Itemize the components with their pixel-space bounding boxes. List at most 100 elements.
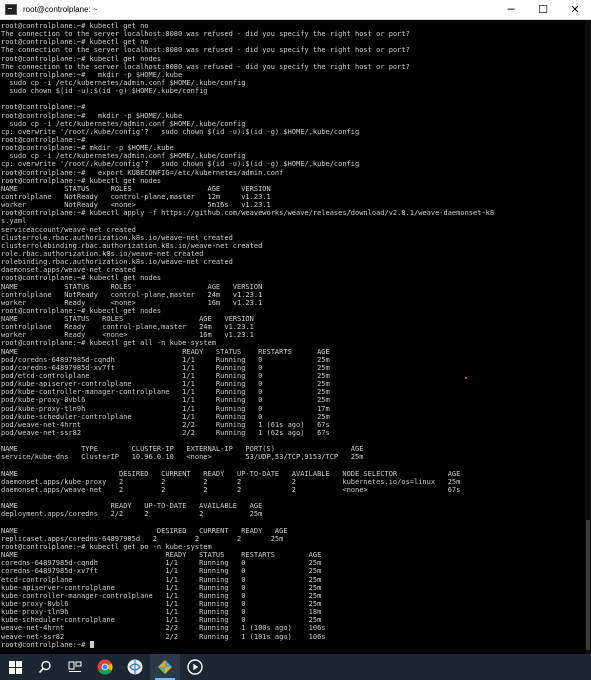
- terminal-line: clusterrolebinding.rbac.authorization.k8…: [1, 241, 263, 250]
- terminal-line: NAME READY UP-TO-DATE AVAILABLE AGE: [1, 502, 263, 511]
- terminal-line: coredns-64897985d-cqndh 1/1 Running 0 25…: [1, 559, 322, 568]
- terminal-line: coredns-64897985d-xv7ft 1/1 Running 0 25…: [1, 567, 322, 576]
- terminal-line: root@controlplane:~#: [1, 103, 86, 112]
- terminal-line: root@controlplane:~# mkdir -p $HOME/.kub…: [1, 144, 174, 153]
- terminal-line: pod/coredns-64897985d-xv7ft 1/1 Running …: [1, 363, 330, 372]
- terminal-line: root@controlplane:~# kubectl get po -n k…: [1, 543, 212, 551]
- terminal-line: sudo cp -i /etc/kubernetes/admin.conf $H…: [1, 119, 246, 128]
- windows-logo-icon: [8, 660, 22, 674]
- terminal-line: daemonset.apps/weave-net 2 2 2 2 2 <none…: [1, 486, 461, 495]
- terminal-line: weave-net-4hrnt 2/2 Running 1 (100s ago)…: [1, 624, 326, 633]
- terminal-line: controlplane Ready control-plane,master …: [1, 323, 254, 332]
- terminal-output[interactable]: root@controlplane:~# kubectl get no The c…: [0, 20, 585, 654]
- terminal-line: NAME READY STATUS RESTARTS AGE: [1, 551, 322, 560]
- terminal-line: The connection to the server localhost:8…: [1, 46, 410, 55]
- terminal-line: root@controlplane:~# mkdir -p $HOME/.kub…: [1, 111, 183, 120]
- diamond-app-icon: [158, 660, 172, 674]
- chrome-icon: [97, 659, 113, 675]
- terminal-line: kube-controller-manager-controlplane 1/1…: [1, 591, 322, 600]
- window-title: root@controlplane: ~: [23, 5, 98, 14]
- terminal-line: root@controlplane:~# kubectl get nodes: [1, 306, 162, 315]
- terminal-line: weave-net-ssr82 2/2 Running 1 (101s ago)…: [1, 632, 326, 641]
- terminal-scrollbar[interactable]: [585, 20, 591, 654]
- terminal-line: The connection to the server localhost:8…: [1, 30, 410, 39]
- terminal-line: root@controlplane:~# kubectl get nodes: [1, 54, 162, 63]
- terminal-line: root@controlplane:~# kubectl apply -f ht…: [1, 209, 495, 218]
- media-player-icon: [187, 659, 203, 675]
- terminal-line: pod/kube-scheduler-controlplane 1/1 Runn…: [1, 412, 330, 421]
- search-button[interactable]: [30, 654, 60, 680]
- terminal-line: worker Ready <none> 16m v1.23.1: [1, 331, 254, 340]
- terminal-line: pod/kube-proxy-tln9h 1/1 Running 0 17m: [1, 404, 330, 413]
- terminal-line: NAME STATUS ROLES AGE VERSION: [1, 184, 271, 193]
- windows-taskbar: [0, 654, 591, 680]
- terminal-line: NAME TYPE CLUSTER-IP EXTERNAL-IP PORT(S)…: [1, 445, 364, 454]
- terminal-line: NAME READY STATUS RESTARTS AGE: [1, 347, 330, 356]
- media-player-button[interactable]: [180, 654, 210, 680]
- terminal-line: root@controlplane:~# kubectl get nodes: [1, 274, 162, 283]
- task-view-button[interactable]: [60, 654, 90, 680]
- terminal-line: root@controlplane:~#: [1, 640, 585, 649]
- terminal-line: daemonset.apps/kube-proxy 2 2 2 2 2 kube…: [1, 477, 461, 486]
- scrollbar-thumb[interactable]: [586, 520, 590, 650]
- terminal-line: role.rbac.authorization.k8s.io/weave-net…: [1, 249, 204, 258]
- terminal-line: pod/coredns-64897985d-cqndh 1/1 Running …: [1, 355, 330, 364]
- terminal-line: kube-proxy-tln9h 1/1 Running 0 18m: [1, 608, 322, 617]
- terminal-line: NAME STATUS ROLES AGE VERSION: [1, 315, 254, 324]
- terminal-line: pod/kube-apiserver-controlplane 1/1 Runn…: [1, 380, 330, 389]
- terminal-line: worker NotReady <none> 5m16s v1.23.1: [1, 201, 271, 210]
- terminal-line: root@controlplane:~# kubectl get no: [1, 38, 149, 47]
- terminal-lines: root@controlplane:~# kubectl get no The c…: [0, 20, 585, 649]
- terminal-line: controlplane NotReady control-plane,mast…: [1, 290, 263, 299]
- task-view-icon: [68, 661, 82, 672]
- terminal-line: NAME DESIRED CURRENT READY UP-TO-DATE AV…: [1, 469, 461, 478]
- chrome-button[interactable]: [90, 654, 120, 680]
- terminal-line: pod/kube-controller-manager-controlplane…: [1, 388, 330, 397]
- terminal-line: kube-apiserver-controlplane 1/1 Running …: [1, 583, 322, 592]
- terminal-line: worker Ready <none> 16m v1.23.1: [1, 298, 263, 307]
- terminal-line: controlplane NotReady control-plane,mast…: [1, 192, 271, 201]
- terminal-line: rolebinding.rbac.authorization.k8s.io/we…: [1, 258, 233, 267]
- terminal-line: sudo cp -i /etc/kubernetes/admin.conf $H…: [1, 152, 246, 161]
- minimize-button[interactable]: ─: [495, 0, 527, 20]
- app-button[interactable]: [150, 654, 180, 680]
- terminal-line: The connection to the server localhost:8…: [1, 62, 410, 71]
- window-titlebar: root@controlplane: ~ ─ ☐ ✕: [0, 0, 591, 20]
- close-button[interactable]: ✕: [559, 0, 591, 20]
- terminal-line: NAME STATUS ROLES AGE VERSION: [1, 282, 263, 291]
- terminal-line: daemonset.apps/weave-net created: [1, 266, 136, 275]
- terminal-line: NAME DESIRED CURRENT READY AGE: [1, 526, 288, 535]
- terminal-line: kube-proxy-8vbl6 1/1 Running 0 25m: [1, 599, 322, 608]
- window-controls: ─ ☐ ✕: [495, 0, 591, 20]
- network-tool-button[interactable]: [120, 654, 150, 680]
- terminal-line: service/kube-dns ClusterIP 10.96.0.10 <n…: [1, 453, 364, 462]
- terminal-line: pod/etcd-controlplane 1/1 Running 0 25m: [1, 372, 330, 381]
- start-button[interactable]: [0, 654, 30, 680]
- terminal-line: s.yaml: [1, 217, 27, 226]
- cursor-caret: [89, 640, 94, 648]
- terminal-line: sudo cp -i /etc/kubernetes/admin.conf $H…: [1, 78, 246, 87]
- terminal-line: clusterrole.rbac.authorization.k8s.io/we…: [1, 233, 233, 242]
- terminal-line: cp: overwrite '/root/.kube/config'? sudo…: [1, 127, 360, 136]
- terminal-line: root@controlplane:~#: [1, 135, 86, 144]
- terminal-line: pod/weave-net-4hrnt 2/2 Running 1 (61s a…: [1, 420, 330, 429]
- terminal-line: pod/weave-net-ssr82 2/2 Running 1 (62s a…: [1, 429, 330, 438]
- search-icon: [38, 660, 51, 674]
- network-tool-icon: [127, 659, 143, 675]
- terminal-line: replicaset.apps/coredns-64897985d 2 2 2 …: [1, 534, 284, 543]
- terminal-line: sudo chown $(id -u):$(id -g) $HOME/.kube…: [1, 87, 208, 96]
- terminal-line: root@controlplane:~# kubectl get no: [1, 22, 149, 30]
- terminal-line: kube-scheduler-controlplane 1/1 Running …: [1, 616, 322, 625]
- terminal-line: deployment.apps/coredns 2/2 2 2 25m: [1, 510, 263, 519]
- terminal-line: pod/kube-proxy-8vbl6 1/1 Running 0 25m: [1, 396, 330, 405]
- terminal-app-icon: [5, 4, 17, 15]
- terminal-line: root@controlplane:~# kubectl get nodes: [1, 176, 162, 185]
- terminal-line: root@controlplane:~# kubectl get all -n …: [1, 339, 216, 348]
- maximize-button[interactable]: ☐: [527, 0, 559, 20]
- terminal-line: root@controlplane:~# mkdir -p $HOME/.kub…: [1, 70, 183, 79]
